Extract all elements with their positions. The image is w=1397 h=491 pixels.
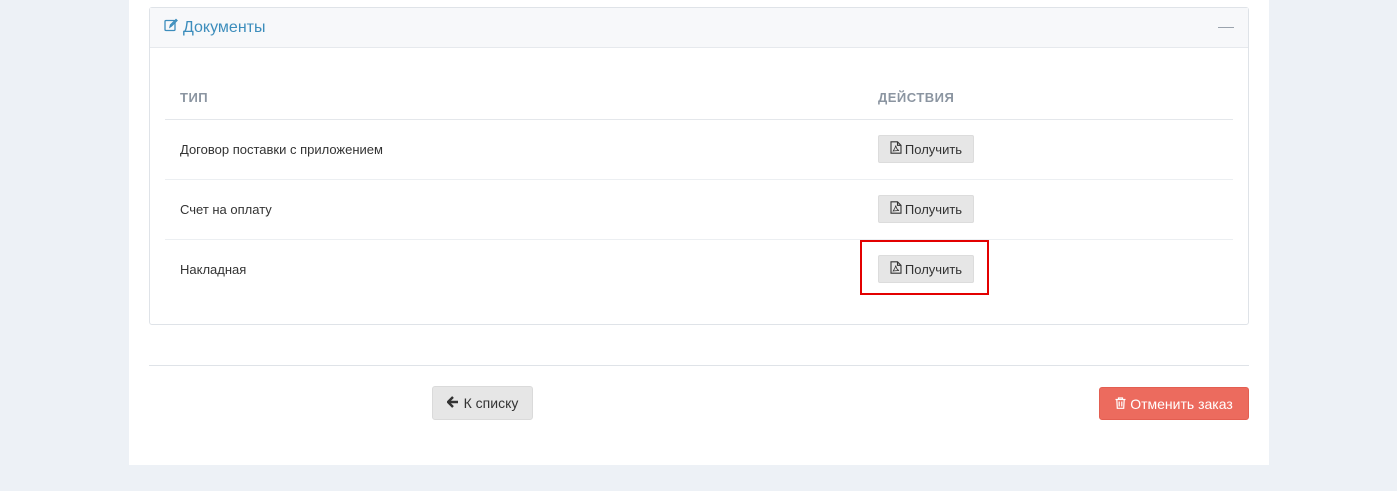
highlight-box [860,240,989,295]
document-type: Договор поставки с приложением [180,142,383,157]
table-row: Накладная Получить [165,240,1233,300]
cancel-button-label: Отменить заказ [1130,395,1233,412]
table-row: Договор поставки с приложением Получить [165,120,1233,180]
get-button-label: Получить [904,201,963,217]
document-type: Счет на оплату [180,202,272,217]
order-page: Документы ТИП ДЕЙСТВИЯ Договор поставки … [129,0,1269,465]
file-pdf-icon [890,141,902,157]
get-button-label: Получить [904,141,963,157]
back-to-list-button[interactable]: К списку [432,386,533,420]
documents-table: ТИП ДЕЙСТВИЯ Договор поставки с приложен… [165,80,1233,300]
get-document-button[interactable]: Получить [878,135,974,163]
panel-title: Документы [164,18,265,37]
arrow-left-icon [446,395,459,411]
document-type: Накладная [180,262,247,277]
table-header: ТИП ДЕЙСТВИЯ [165,80,1233,120]
documents-panel: Документы ТИП ДЕЙСТВИЯ Договор поставки … [149,7,1249,325]
panel-title-text: Документы [183,18,266,36]
cancel-order-button[interactable]: Отменить заказ [1099,387,1249,420]
table-row: Счет на оплату Получить [165,180,1233,240]
documents-panel-header: Документы [150,8,1248,48]
column-header-type: ТИП [180,90,209,105]
file-pdf-icon [890,201,902,217]
edit-icon [164,18,178,37]
column-header-actions: ДЕЙСТВИЯ [878,90,955,105]
minus-icon[interactable] [1218,20,1234,34]
divider [149,365,1249,366]
trash-icon [1115,396,1126,412]
get-document-button[interactable]: Получить [878,195,974,223]
back-button-label: К списку [463,395,519,411]
